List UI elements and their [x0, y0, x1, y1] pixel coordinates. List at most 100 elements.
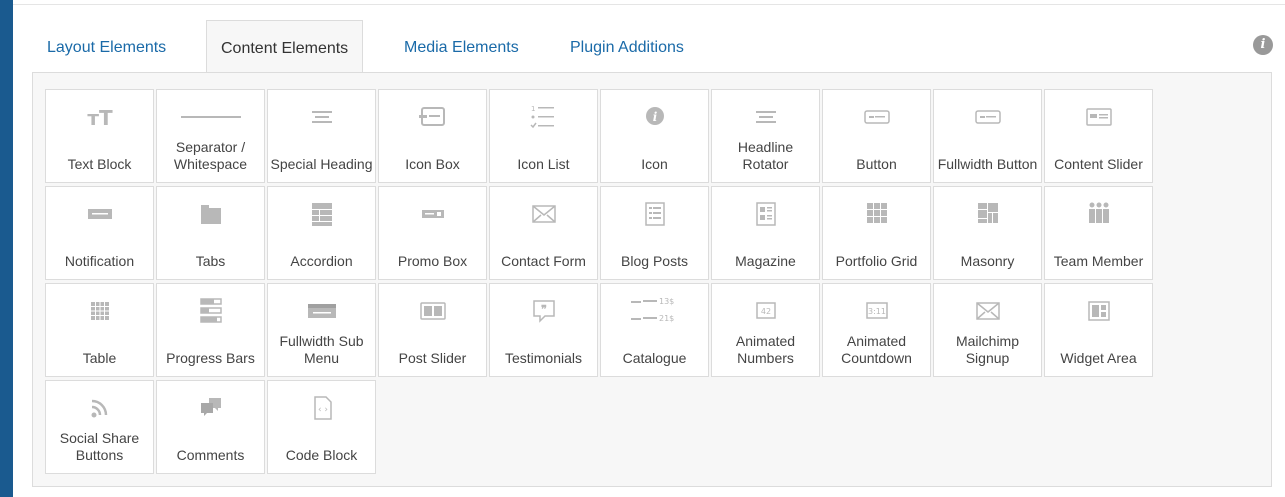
- svg-text:1: 1: [531, 105, 535, 113]
- top-divider: [13, 0, 1285, 5]
- element-label: Animated Countdown: [841, 333, 912, 366]
- svg-text:42: 42: [760, 307, 770, 316]
- element-testimonials[interactable]: ❞ Testimonials: [489, 283, 598, 377]
- element-fullwidth-button[interactable]: Fullwidth Button: [933, 89, 1042, 183]
- magazine-icon: [712, 199, 819, 229]
- svg-text:ᴛT: ᴛT: [87, 106, 113, 130]
- element-label: Text Block: [67, 156, 132, 172]
- svg-text:❞: ❞: [541, 303, 547, 316]
- element-label: Table: [82, 350, 117, 366]
- element-mailchimp-signup[interactable]: Mailchimp Signup: [933, 283, 1042, 377]
- element-progress-bars[interactable]: Progress Bars: [156, 283, 265, 377]
- element-code-block[interactable]: ‹ › Code Block: [267, 380, 376, 474]
- tabs-icon: [157, 199, 264, 229]
- element-label: Icon: [641, 156, 668, 172]
- fullwidth-button-icon: [934, 102, 1041, 132]
- tab-layout-elements[interactable]: Layout Elements: [47, 20, 166, 72]
- element-label: Code Block: [285, 447, 358, 463]
- tab-content-elements[interactable]: Content Elements: [206, 20, 364, 73]
- svg-text:21$: 21$: [659, 314, 674, 323]
- svg-text:3:11: 3:11: [868, 307, 886, 316]
- tab-plugin-additions[interactable]: Plugin Additions: [570, 20, 684, 72]
- element-label: Accordion: [290, 253, 353, 269]
- element-label: Progress Bars: [166, 350, 255, 366]
- element-label: Separator / Whitespace: [173, 139, 248, 172]
- element-label: Post Slider: [398, 350, 467, 366]
- social-share-icon: [46, 393, 153, 423]
- comments-icon: [157, 393, 264, 423]
- element-label: Tabs: [195, 253, 226, 269]
- element-animated-countdown[interactable]: 3:11 Animated Countdown: [822, 283, 931, 377]
- svg-text:i: i: [652, 110, 657, 124]
- element-button[interactable]: Button: [822, 89, 931, 183]
- element-social-share[interactable]: Social Share Buttons: [45, 380, 154, 474]
- element-table[interactable]: Table: [45, 283, 154, 377]
- separator-icon: [157, 102, 264, 132]
- progress-bars-icon: [157, 296, 264, 326]
- tab-media-elements[interactable]: Media Elements: [404, 20, 519, 72]
- element-contact-form[interactable]: Contact Form: [489, 186, 598, 280]
- element-label: Catalogue: [622, 350, 687, 366]
- headline-rotator-icon: [712, 102, 819, 132]
- element-label: Button: [856, 156, 897, 172]
- element-label: Special Heading: [270, 156, 373, 172]
- text-block-icon: ᴛT: [46, 102, 153, 132]
- element-label: Icon List: [517, 156, 570, 172]
- element-label: Fullwidth Sub Menu: [279, 333, 364, 366]
- animated-numbers-icon: 42: [712, 296, 819, 326]
- mailchimp-signup-icon: [934, 296, 1041, 326]
- element-icon[interactable]: i Icon: [600, 89, 709, 183]
- element-portfolio-grid[interactable]: Portfolio Grid: [822, 186, 931, 280]
- element-content-slider[interactable]: Content Slider: [1044, 89, 1153, 183]
- element-special-heading[interactable]: Special Heading: [267, 89, 376, 183]
- element-label: Headline Rotator: [737, 139, 794, 172]
- element-accordion[interactable]: Accordion: [267, 186, 376, 280]
- element-label: Testimonials: [504, 350, 583, 366]
- icon-icon: i: [601, 102, 708, 132]
- element-text-block[interactable]: ᴛT Text Block: [45, 89, 154, 183]
- element-label: Widget Area: [1060, 350, 1137, 366]
- content-elements-panel: ᴛT Text Block Separator / Whitespace Specia…: [32, 72, 1272, 487]
- element-label: Notification: [64, 253, 135, 269]
- icon-list-icon: 1: [490, 102, 597, 132]
- button-icon: [823, 102, 930, 132]
- element-masonry[interactable]: Masonry: [933, 186, 1042, 280]
- testimonials-icon: ❞: [490, 296, 597, 326]
- info-icon[interactable]: i: [1253, 35, 1273, 55]
- element-promo-box[interactable]: Promo Box: [378, 186, 487, 280]
- element-catalogue[interactable]: 13$ 21$ Catalogue: [600, 283, 709, 377]
- fullwidth-sub-menu-icon: [268, 296, 375, 326]
- element-label: Masonry: [960, 253, 1015, 269]
- element-magazine[interactable]: Magazine: [711, 186, 820, 280]
- table-icon: [46, 296, 153, 326]
- element-post-slider[interactable]: Post Slider: [378, 283, 487, 377]
- element-fullwidth-sub-menu[interactable]: Fullwidth Sub Menu: [267, 283, 376, 377]
- element-label: Icon Box: [405, 156, 460, 172]
- element-notification[interactable]: Notification: [45, 186, 154, 280]
- element-tabs: Layout Elements Content Elements Media E…: [32, 20, 1272, 73]
- animated-countdown-icon: 3:11: [823, 296, 930, 326]
- element-widget-area[interactable]: Widget Area: [1044, 283, 1153, 377]
- element-blog-posts[interactable]: Blog Posts: [600, 186, 709, 280]
- code-block-icon: ‹ ›: [268, 393, 375, 423]
- element-headline-rotator[interactable]: Headline Rotator: [711, 89, 820, 183]
- element-animated-numbers[interactable]: 42 Animated Numbers: [711, 283, 820, 377]
- accordion-icon: [268, 199, 375, 229]
- svg-text:13$: 13$: [659, 297, 674, 306]
- element-label: Magazine: [735, 253, 796, 269]
- element-icon-box[interactable]: Icon Box: [378, 89, 487, 183]
- element-label: Promo Box: [397, 253, 468, 269]
- element-separator[interactable]: Separator / Whitespace: [156, 89, 265, 183]
- element-tabs[interactable]: Tabs: [156, 186, 265, 280]
- masonry-icon: [934, 199, 1041, 229]
- element-team-member[interactable]: Team Member: [1044, 186, 1153, 280]
- element-label: Contact Form: [501, 253, 586, 269]
- element-label: Mailchimp Signup: [955, 333, 1019, 366]
- promo-box-icon: [379, 199, 486, 229]
- element-icon-list[interactable]: 1 Icon List: [489, 89, 598, 183]
- svg-text:‹ ›: ‹ ›: [317, 405, 327, 415]
- element-comments[interactable]: Comments: [156, 380, 265, 474]
- portfolio-grid-icon: [823, 199, 930, 229]
- element-label: Portfolio Grid: [835, 253, 918, 269]
- post-slider-icon: [379, 296, 486, 326]
